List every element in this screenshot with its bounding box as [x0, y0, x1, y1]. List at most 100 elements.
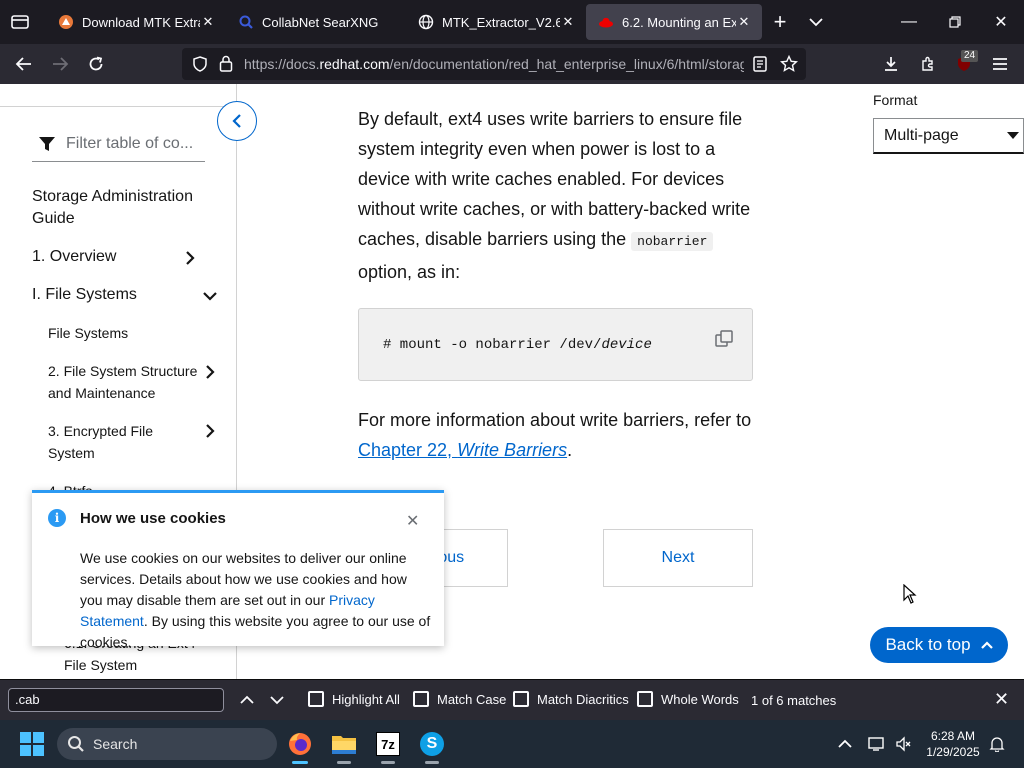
- taskbar-skype[interactable]: S: [414, 726, 450, 764]
- close-tab-icon[interactable]: ✕: [736, 14, 752, 30]
- tab-title: MTK_Extractor_V2.6.3.zi: [442, 14, 560, 30]
- taskbar-file-explorer[interactable]: [326, 726, 362, 764]
- navigation-toolbar: https://docs.redhat.com/en/documentation…: [0, 44, 1024, 84]
- filter-icon: [39, 136, 55, 151]
- lock-icon[interactable]: [219, 55, 233, 72]
- show-hidden-icons-button[interactable]: [834, 720, 856, 768]
- restore-button[interactable]: [932, 0, 978, 44]
- checkbox-box: [413, 691, 429, 707]
- tab-bar: Download MTK Extracto ✕ CollabNet SearXN…: [0, 0, 1024, 44]
- chevron-left-icon: [232, 114, 241, 128]
- forward-button[interactable]: [42, 48, 78, 80]
- bookmark-star-icon[interactable]: [780, 55, 798, 73]
- close-tab-icon[interactable]: ✕: [200, 14, 216, 30]
- option-label: Match Case: [437, 691, 507, 707]
- chevron-right-icon[interactable]: [205, 365, 215, 379]
- extensions-button[interactable]: [910, 48, 946, 80]
- back-button[interactable]: [6, 48, 42, 80]
- toc-item-file-systems[interactable]: File Systems: [48, 322, 198, 344]
- addon-button[interactable]: 24: [946, 48, 982, 80]
- shield-icon[interactable]: [192, 56, 208, 72]
- collapse-sidebar-button[interactable]: [217, 101, 257, 141]
- code-command[interactable]: # mount -o nobarrier /dev/device /mount/…: [383, 337, 659, 353]
- match-diacritics-checkbox[interactable]: Match Diacritics: [513, 691, 629, 707]
- volume-tray[interactable]: [892, 720, 914, 768]
- close-cookie-button[interactable]: ✕: [406, 511, 419, 531]
- network-tray[interactable]: [864, 720, 890, 768]
- chevron-up-icon: [240, 695, 254, 704]
- minimize-button[interactable]: —: [886, 0, 932, 44]
- monitor-icon: [868, 737, 884, 751]
- chevron-up-icon: [838, 739, 852, 748]
- tab-title: CollabNet SearXNG: [262, 14, 379, 30]
- toc-item-fs-structure[interactable]: 2. File System Structure and Maintenance: [48, 360, 198, 404]
- notification-badge: 24: [961, 50, 979, 62]
- format-select[interactable]: Multi-page: [873, 118, 1024, 154]
- barrier-paragraph: By default, ext4 uses write barriers to …: [358, 104, 758, 287]
- find-input[interactable]: .cab: [8, 688, 224, 712]
- next-button[interactable]: Next: [603, 529, 753, 587]
- reader-view-icon[interactable]: [753, 56, 767, 72]
- list-all-tabs-button[interactable]: [798, 4, 834, 40]
- seven-zip-icon: 7z: [376, 732, 400, 756]
- toc-filter-input[interactable]: Filter table of co...: [32, 126, 205, 162]
- inline-code: nobarrier: [631, 232, 714, 251]
- match-case-checkbox[interactable]: Match Case: [413, 691, 506, 707]
- checkbox-box: [637, 691, 653, 707]
- code-block: # mount -o nobarrier /dev/device /mount/…: [358, 308, 753, 381]
- chevron-right-icon[interactable]: [205, 424, 215, 438]
- back-to-top-button[interactable]: Back to top: [870, 627, 1008, 663]
- toc-item-storage-guide[interactable]: Storage Administration Guide: [32, 186, 222, 230]
- tab-download-mtk[interactable]: Download MTK Extracto ✕: [46, 4, 226, 40]
- copy-icon[interactable]: [714, 329, 734, 349]
- checkbox-box: [513, 691, 529, 707]
- running-indicator: [381, 761, 395, 764]
- url-text[interactable]: https://docs.redhat.com/en/documentation…: [244, 56, 744, 72]
- whole-words-checkbox[interactable]: Whole Words: [637, 691, 739, 707]
- hamburger-icon: [993, 58, 1007, 70]
- plus-icon: +: [773, 9, 787, 34]
- arrow-left-icon: [15, 57, 31, 71]
- toc-label: 2. File System Structure and Maintenance: [48, 363, 198, 401]
- close-find-bar-button[interactable]: ✕: [994, 689, 1009, 710]
- address-bar[interactable]: https://docs.redhat.com/en/documentation…: [182, 48, 806, 80]
- tab-title: 6.2. Mounting an Ext4 F: [622, 14, 736, 30]
- toc-item-overview[interactable]: 1. Overview: [32, 246, 217, 268]
- tab-searxng[interactable]: CollabNet SearXNG: [226, 4, 406, 40]
- close-window-button[interactable]: ✕: [978, 0, 1024, 44]
- downloads-button[interactable]: [873, 48, 909, 80]
- start-button[interactable]: [20, 732, 44, 756]
- highlight-all-checkbox[interactable]: Highlight All: [308, 691, 400, 707]
- url-prefix: https://docs.: [244, 56, 320, 72]
- taskbar-firefox[interactable]: [282, 726, 318, 764]
- taskbar-search[interactable]: Search: [57, 728, 277, 760]
- paragraph-text: By default, ext4 uses write barriers to …: [358, 109, 751, 249]
- close-tab-icon[interactable]: ✕: [560, 14, 576, 30]
- notifications-button[interactable]: [986, 720, 1008, 768]
- clock-date: 1/29/2025: [926, 745, 980, 759]
- bell-icon: [989, 737, 1005, 752]
- tab-favicon-icon: [59, 15, 73, 29]
- active-indicator: [292, 761, 308, 764]
- checkbox-box: [308, 691, 324, 707]
- reload-button[interactable]: [78, 48, 114, 80]
- tab-mtk-extractor[interactable]: MTK_Extractor_V2.6.3.zi ✕: [406, 4, 586, 40]
- minimize-icon: —: [901, 13, 917, 30]
- find-next-button[interactable]: [267, 690, 287, 710]
- firefox-view-button[interactable]: [0, 0, 40, 44]
- running-indicator: [425, 761, 439, 764]
- windows-logo-icon: [33, 732, 44, 743]
- toc-item-file-systems-part[interactable]: I. File Systems: [32, 284, 217, 306]
- new-tab-button[interactable]: +: [762, 4, 798, 40]
- system-clock[interactable]: 6:28 AM 1/29/2025: [920, 728, 986, 760]
- app-menu-button[interactable]: [982, 48, 1018, 80]
- article-body: By default, ext4 uses write barriers to …: [358, 104, 758, 287]
- reference-paragraph: For more information about write barrier…: [358, 405, 758, 465]
- write-barriers-link[interactable]: Chapter 22, Write Barriers: [358, 440, 567, 460]
- firefox-view-icon: [11, 15, 29, 29]
- find-previous-button[interactable]: [237, 690, 257, 710]
- tab-mounting-ext4[interactable]: 6.2. Mounting an Ext4 F ✕: [586, 4, 762, 40]
- find-bar: .cab Highlight All Match Case Match Diac…: [0, 679, 1024, 720]
- toc-item-encrypted-fs[interactable]: 3. Encrypted File System: [48, 420, 178, 464]
- taskbar-7zip[interactable]: 7z: [370, 726, 406, 764]
